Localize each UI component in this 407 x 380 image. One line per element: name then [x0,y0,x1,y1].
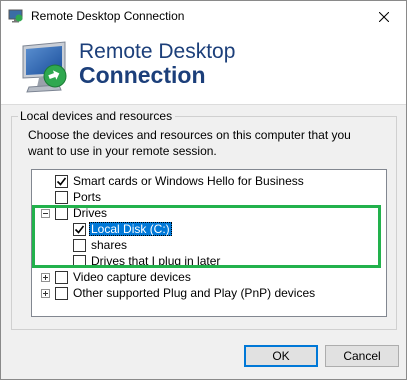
collapse-drives-button[interactable] [41,209,50,218]
checkbox-local-disk[interactable] [73,222,86,236]
checkbox-video-capture[interactable] [55,270,68,284]
banner-title-line2: Connection [79,62,206,89]
close-icon [379,11,389,22]
plus-icon [43,291,48,296]
tree-item-drives-later[interactable]: Drives that I plug in later [73,253,222,269]
banner-title: Remote Desktop Connection [79,40,236,89]
tree-item-label: Other supported Plug and Play (PnP) devi… [73,286,316,300]
remote-desktop-logo-icon [22,41,67,93]
cancel-button[interactable]: Cancel [325,345,399,367]
banner-title-line1: Remote Desktop [79,40,236,63]
tree-item-label: Smart cards or Windows Hello for Busines… [73,174,304,188]
tree-item-ports[interactable]: Ports [55,189,103,205]
title-bar: Remote Desktop Connection [1,1,406,32]
plus-icon [43,275,48,280]
tree-item-label: Drives [73,206,108,220]
remote-desktop-icon [8,9,23,23]
window-title: Remote Desktop Connection [31,9,185,23]
tree-item-label-selected: Local Disk (C:) [89,222,172,236]
tree-item-label: Ports [73,190,102,204]
checkmark-icon [74,225,85,234]
checkbox-smart-cards[interactable] [55,174,68,188]
checkbox-drives-later[interactable] [73,254,86,268]
devices-tree[interactable]: Smart cards or Windows Hello for Busines… [31,169,387,317]
checkbox-ports[interactable] [55,190,68,204]
rdc-dialog: Remote Desktop Connection Remote Desktop [0,0,407,380]
tree-item-local-disk[interactable]: Local Disk (C:) [73,221,172,237]
expand-video-button[interactable] [41,273,50,282]
expand-pnp-button[interactable] [41,289,50,298]
banner-divider [1,104,406,105]
tree-item-smart-cards[interactable]: Smart cards or Windows Hello for Busines… [55,173,306,189]
checkbox-shares[interactable] [73,238,86,252]
tree-item-label: Drives that I plug in later [91,254,221,268]
tree-item-video-capture[interactable]: Video capture devices [55,269,193,285]
tree-item-pnp-devices[interactable]: Other supported Plug and Play (PnP) devi… [55,285,317,301]
tree-item-shares[interactable]: shares [73,237,129,253]
tree-item-label: Video capture devices [73,270,191,284]
minus-icon [43,213,48,214]
tree-item-label: shares [91,238,128,252]
checkbox-drives[interactable] [55,206,68,220]
close-button[interactable] [362,1,406,32]
groupbox-description: Choose the devices and resources on this… [28,128,351,158]
checkmark-icon [56,177,67,186]
tree-item-drives[interactable]: Drives [55,205,109,221]
ok-button[interactable]: OK [244,345,318,367]
groupbox-title: Local devices and resources [18,109,176,123]
header-banner: Remote Desktop Connection [1,32,406,104]
checkbox-pnp-devices[interactable] [55,286,68,300]
